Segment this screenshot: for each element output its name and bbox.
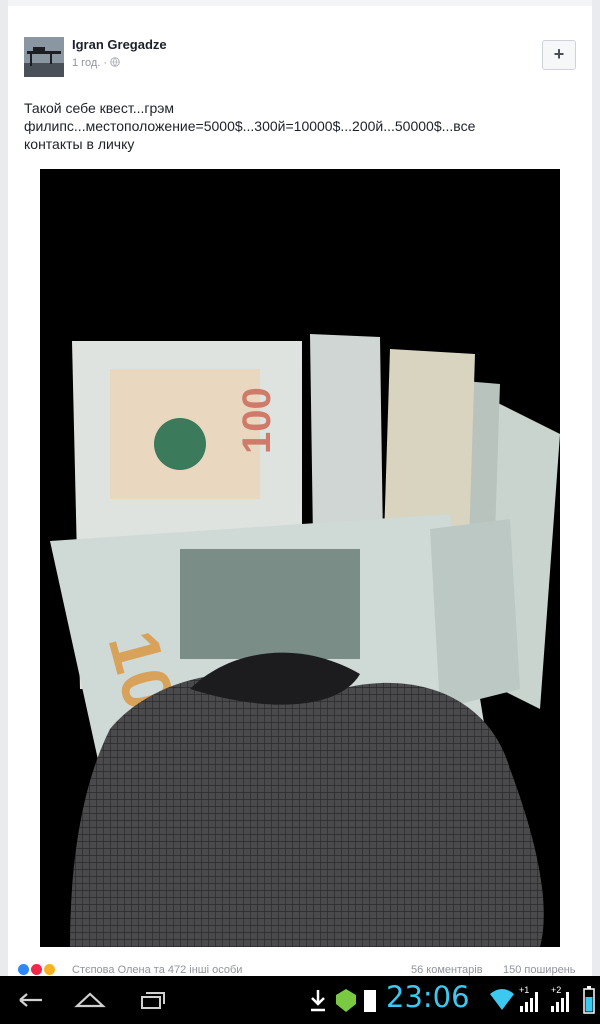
- signal-1-label: +1: [519, 985, 529, 995]
- wow-reaction-icon: [44, 964, 56, 975]
- add-button[interactable]: +: [542, 40, 576, 70]
- signal-2-icon: +2: [551, 985, 569, 1012]
- status-left-icons: [311, 989, 376, 1012]
- post-footer: Стєпова Олена та 472 інші особи 56 комен…: [8, 964, 592, 976]
- post-photo[interactable]: 100 100: [40, 169, 560, 947]
- post-card: Igran Gregadze 1 год. · + Такой себе кве…: [8, 0, 592, 976]
- wifi-icon: [490, 989, 514, 1010]
- comments-count[interactable]: 56 коментарів: [411, 964, 483, 976]
- globe-icon: [110, 57, 120, 67]
- reactions[interactable]: [18, 964, 56, 976]
- post-time[interactable]: 1 год.: [72, 57, 100, 69]
- post-meta: 1 год. ·: [72, 57, 120, 69]
- sniper-rifle-avatar-icon: [24, 37, 64, 77]
- back-button[interactable]: [8, 984, 52, 1016]
- reactors-text[interactable]: Стєпова Олена та 472 інші особи: [72, 964, 242, 976]
- author-name[interactable]: Igran Gregadze: [72, 37, 167, 52]
- battery-icon: [583, 986, 595, 1014]
- love-reaction-icon: [31, 964, 43, 975]
- like-reaction-icon: [18, 964, 29, 975]
- signal-2-label: +2: [551, 985, 561, 995]
- previous-post-edge: [8, 0, 592, 6]
- meta-separator: ·: [103, 57, 108, 69]
- shield-icon: [336, 989, 356, 1012]
- home-icon: [74, 992, 106, 1008]
- status-right-icons: +1 +2: [490, 985, 595, 1014]
- back-arrow-icon: [19, 993, 42, 1007]
- author-avatar[interactable]: [24, 37, 64, 77]
- download-icon: [311, 990, 325, 1012]
- signal-1-icon: +1: [519, 985, 538, 1012]
- shares-count[interactable]: 150 поширень: [503, 964, 576, 976]
- post-text: Такой себе квест...грэм филипс...местопо…: [24, 100, 476, 152]
- svg-text:100: 100: [235, 387, 279, 454]
- recent-apps-button[interactable]: [128, 984, 172, 1016]
- recent-apps-icon: [141, 992, 165, 1009]
- sd-card-icon: [364, 990, 376, 1012]
- status-icons: [308, 986, 386, 1016]
- clock: 23:06: [386, 980, 470, 1014]
- home-button[interactable]: [68, 984, 112, 1016]
- money-in-glove-photo: 100 100: [40, 169, 560, 947]
